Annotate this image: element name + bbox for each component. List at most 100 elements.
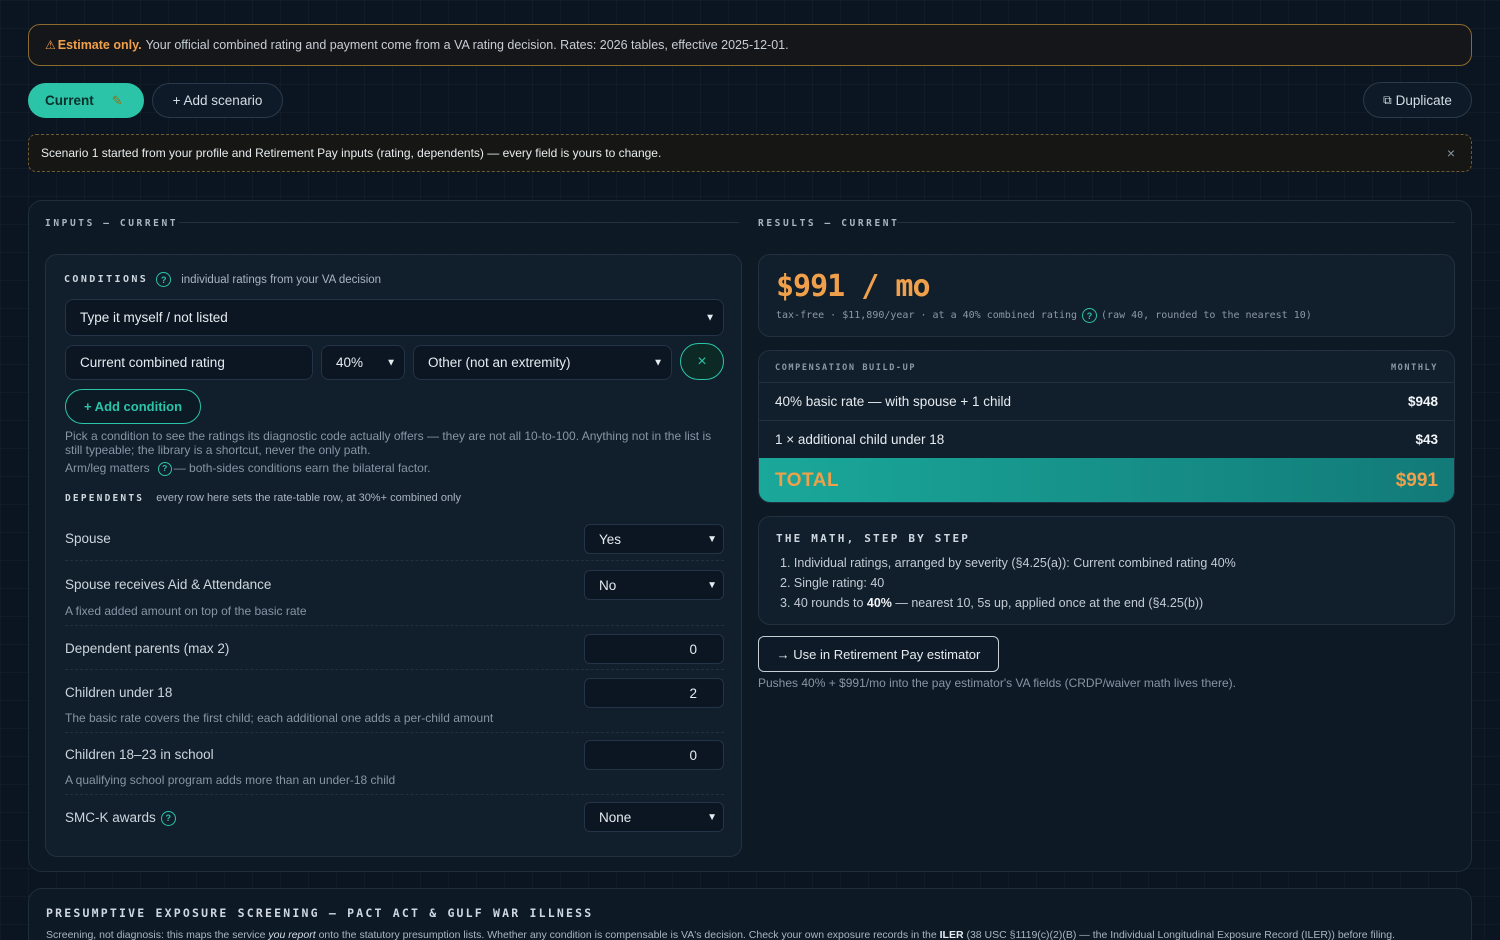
parents-input[interactable]: 0: [584, 634, 724, 664]
spouse-aid-label: Spouse receives Aid & Attendance: [65, 577, 272, 592]
dependent-row-spouse-aid: Spouse receives Aid & Attendance No ▼ A …: [65, 561, 724, 626]
build-up-label: COMPENSATION BUILD-UP: [775, 363, 917, 373]
exposure-text-emphasis: you report: [268, 929, 316, 940]
conditions-card: CONDITIONS ? individual ratings from you…: [45, 254, 742, 857]
school-children-input[interactable]: 0: [584, 740, 724, 770]
dependent-row-school-children: Children 18–23 in school 0 A qualifying …: [65, 733, 724, 795]
warning-icon: ⚠: [45, 38, 56, 52]
duplicate-icon: ⧉: [1383, 92, 1392, 107]
condition-rating-value: 40%: [336, 355, 364, 370]
spouse-value: Yes: [599, 531, 622, 547]
math-step-part: — nearest 10, 5s up, applied once at the…: [891, 596, 1204, 610]
exposure-text-part: onto the statutory presumption lists. Wh…: [315, 929, 940, 940]
duplicate-label: Duplicate: [1395, 92, 1452, 108]
exposure-text-part: Screening, not diagnosis: this maps the …: [46, 929, 269, 940]
inputs-heading: INPUTS — CURRENT: [45, 218, 179, 229]
conditions-help-text: Pick a condition to see the ratings its …: [65, 429, 712, 457]
conditions-label: CONDITIONS: [64, 274, 149, 285]
children-input[interactable]: 2: [584, 678, 724, 708]
pencil-icon[interactable]: ✎: [112, 93, 123, 109]
add-scenario-button[interactable]: + Add scenario: [152, 83, 283, 118]
condition-rating-select[interactable]: 40% ▼: [321, 345, 405, 380]
build-up-row-value: $948: [1407, 394, 1438, 409]
scenario-note-text: Scenario 1 started from your profile and…: [41, 146, 662, 160]
dependents-label: DEPENDENTS: [65, 492, 145, 504]
compensation-build-up: COMPENSATION BUILD-UP MONTHLY 40% basic …: [758, 350, 1455, 503]
help-icon[interactable]: ?: [160, 810, 176, 826]
dependents-hint: every row here sets the rate-table row, …: [156, 492, 462, 504]
tab-current-label: Current: [45, 93, 94, 108]
conditions-hint: individual ratings from your VA decision: [181, 273, 382, 286]
chevron-down-icon: ▼: [653, 357, 663, 368]
school-children-value: 0: [689, 747, 697, 763]
math-step: 2. Single rating: 40: [780, 576, 885, 590]
condition-extremity-value: Other (not an extremity): [428, 355, 571, 370]
exposure-heading: PRESUMPTIVE EXPOSURE SCREENING — PACT AC…: [46, 906, 594, 920]
use-note: Pushes 40% + $991/mo into the pay estima…: [758, 676, 1236, 690]
result-summary-card: $991 / mo tax-free · $11,890/year · at a…: [758, 254, 1455, 337]
school-children-label: Children 18–23 in school: [65, 747, 214, 762]
condition-name-value: Current combined rating: [80, 355, 225, 370]
build-up-row: 40% basic rate — with spouse + 1 child $…: [759, 382, 1454, 420]
dependent-row-parents: Dependent parents (max 2) 0: [65, 626, 724, 670]
estimate-label: Estimate only.: [57, 38, 142, 52]
chevron-down-icon: ▼: [707, 811, 717, 823]
condition-library-value: Type it myself / not listed: [80, 310, 228, 325]
tab-current[interactable]: Current ✎: [28, 83, 144, 118]
math-step-part: 3. 40 rounds to: [780, 596, 867, 610]
exposure-text: Screening, not diagnosis: this maps the …: [46, 929, 1395, 940]
math-step: 1. Individual ratings, arranged by sever…: [780, 556, 1236, 570]
total-row: TOTAL $991: [759, 458, 1454, 502]
estimate-banner: ⚠ Estimate only. Your official combined …: [28, 24, 1472, 66]
spouse-aid-value: No: [599, 577, 617, 593]
remove-condition-button[interactable]: ×: [680, 343, 724, 380]
dependent-row-children: Children under 18 2 The basic rate cover…: [65, 670, 724, 733]
help-icon[interactable]: ?: [157, 462, 172, 476]
spouse-aid-sub: A fixed added amount on top of the basic…: [65, 604, 307, 618]
condition-extremity-select[interactable]: Other (not an extremity) ▼: [413, 345, 672, 380]
build-up-row: 1 × additional child under 18 $43: [759, 420, 1454, 458]
monthly-column-label: MONTHLY: [1390, 363, 1438, 373]
condition-name-input[interactable]: Current combined rating: [65, 345, 313, 380]
spouse-select[interactable]: Yes ▼: [584, 524, 724, 554]
conditions-header: CONDITIONS ? individual ratings from you…: [64, 272, 381, 287]
build-up-row-label: 40% basic rate — with spouse + 1 child: [775, 394, 1011, 409]
duplicate-button[interactable]: ⧉ Duplicate: [1363, 82, 1472, 118]
close-icon: ×: [697, 352, 707, 370]
parents-value: 0: [689, 641, 697, 657]
total-value: $991: [1395, 469, 1438, 491]
estimate-text: Your official combined rating and paymen…: [145, 38, 789, 52]
scenario-note: Scenario 1 started from your profile and…: [28, 134, 1472, 172]
dependent-row-spouse: Spouse Yes ▼: [65, 517, 724, 561]
spouse-label: Spouse: [65, 531, 111, 546]
smc-k-label-text: SMC-K awards: [65, 810, 156, 825]
condition-library-select[interactable]: Type it myself / not listed ▼: [65, 299, 724, 336]
divider: [179, 222, 739, 223]
use-in-retirement-button[interactable]: → Use in Retirement Pay estimator: [758, 636, 999, 672]
children-value: 2: [689, 685, 697, 701]
amount-subtitle-suffix: (raw 40, rounded to the nearest 10): [1101, 310, 1312, 321]
smc-k-value: None: [599, 809, 632, 825]
amount-subtitle-prefix: tax-free · $11,890/year · at a 40% combi…: [776, 310, 1078, 321]
dependents-header: DEPENDENTS every row here sets the rate-…: [65, 492, 461, 504]
total-label: TOTAL: [775, 469, 840, 491]
results-heading: RESULTS — CURRENT: [758, 218, 900, 229]
build-up-row-value: $43: [1415, 432, 1438, 447]
help-icon[interactable]: ?: [1082, 308, 1098, 323]
chevron-down-icon: ▼: [705, 312, 715, 323]
exposure-text-part: (38 USC §1119(c)(2)(B) — the Individual …: [963, 929, 1396, 940]
iler-link[interactable]: ILER: [940, 929, 964, 940]
scenario-panel: INPUTS — CURRENT RESULTS — CURRENT CONDI…: [28, 200, 1472, 872]
smc-k-select[interactable]: None ▼: [584, 802, 724, 832]
chevron-down-icon: ▼: [707, 579, 717, 591]
parents-label: Dependent parents (max 2): [65, 641, 230, 656]
help-icon[interactable]: ?: [156, 272, 172, 287]
close-icon[interactable]: ×: [1447, 145, 1455, 161]
children-label: Children under 18: [65, 685, 173, 700]
children-sub: The basic rate covers the first child; e…: [65, 711, 494, 725]
monthly-amount: $991 / mo: [776, 269, 931, 304]
build-up-row-label: 1 × additional child under 18: [775, 432, 945, 447]
bilateral-help-suffix: — both-sides conditions earn the bilater…: [173, 461, 431, 476]
spouse-aid-select[interactable]: No ▼: [584, 570, 724, 600]
add-condition-button[interactable]: + Add condition: [65, 389, 201, 424]
